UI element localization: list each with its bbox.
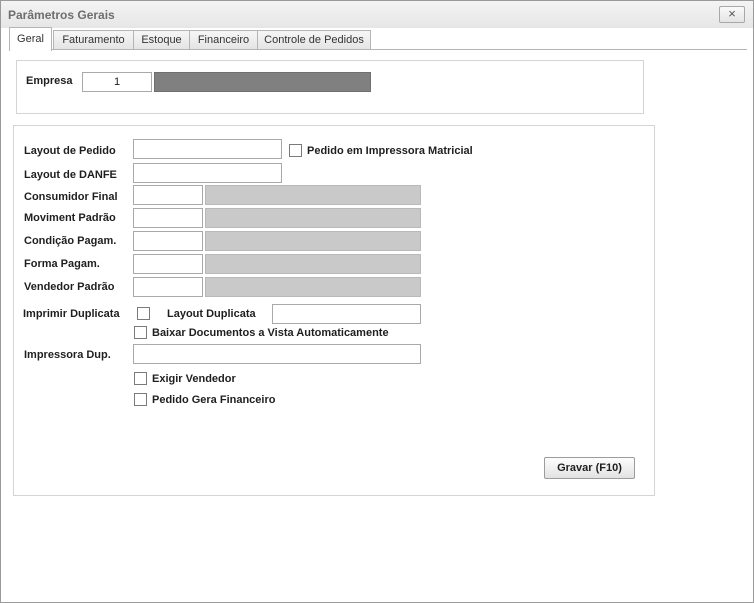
empresa-code-field[interactable]: 1 [82,72,152,92]
condicao-pagam-desc-field [205,231,421,251]
pedido-matricial-label: Pedido em Impressora Matricial [307,145,473,157]
forma-pagam-code-field[interactable] [133,254,203,274]
vendedor-padrao-code-field[interactable] [133,277,203,297]
empresa-name-field [154,72,371,92]
tab-faturamento[interactable]: Faturamento [53,30,134,50]
consumidor-final-code-field[interactable] [133,185,203,205]
tab-divider [9,49,747,50]
parametros-gerais-window: Parâmetros Gerais × Geral Faturamento Es… [0,0,754,603]
impressora-dup-label: Impressora Dup. [24,349,111,361]
moviment-padrao-label: Moviment Padrão [24,212,116,224]
condicao-pagam-label: Condição Pagam. [24,235,117,247]
exigir-vendedor-label: Exigir Vendedor [152,373,236,385]
window-title: Parâmetros Gerais [8,8,115,22]
tab-estoque[interactable]: Estoque [133,30,190,50]
layout-danfe-label: Layout de DANFE [24,169,117,181]
impressora-dup-field[interactable] [133,344,421,364]
save-button[interactable]: Gravar (F10) [544,457,635,479]
empresa-panel: Empresa 1 [16,60,644,114]
baixar-documentos-label: Baixar Documentos a Vista Automaticament… [152,327,389,339]
pedido-gera-financeiro-label: Pedido Gera Financeiro [152,394,276,406]
moviment-padrao-desc-field [205,208,421,228]
pedido-gera-financeiro-checkbox[interactable] [134,393,147,406]
layout-pedido-field[interactable] [133,139,282,159]
tab-geral[interactable]: Geral [9,27,52,51]
exigir-vendedor-checkbox[interactable] [134,372,147,385]
forma-pagam-label: Forma Pagam. [24,258,100,270]
layout-duplicata-field[interactable] [272,304,421,324]
close-icon: × [728,6,736,21]
pedido-matricial-checkbox[interactable] [289,144,302,157]
moviment-padrao-code-field[interactable] [133,208,203,228]
imprimir-duplicata-checkbox[interactable] [137,307,150,320]
tab-controle-de-pedidos[interactable]: Controle de Pedidos [257,30,371,50]
condicao-pagam-code-field[interactable] [133,231,203,251]
layout-danfe-field[interactable] [133,163,282,183]
vendedor-padrao-desc-field [205,277,421,297]
consumidor-final-label: Consumidor Final [24,191,118,203]
tab-financeiro[interactable]: Financeiro [189,30,258,50]
imprimir-duplicata-label: Imprimir Duplicata [23,308,120,320]
forma-pagam-desc-field [205,254,421,274]
baixar-documentos-checkbox[interactable] [134,326,147,339]
consumidor-final-desc-field [205,185,421,205]
parametros-panel: Layout de Pedido Pedido em Impressora Ma… [13,125,655,496]
layout-duplicata-label: Layout Duplicata [167,308,256,320]
title-bar[interactable]: Parâmetros Gerais × [1,1,753,28]
layout-pedido-label: Layout de Pedido [24,145,116,157]
vendedor-padrao-label: Vendedor Padrão [24,281,115,293]
empresa-label: Empresa [26,75,73,87]
close-button[interactable]: × [719,6,745,23]
